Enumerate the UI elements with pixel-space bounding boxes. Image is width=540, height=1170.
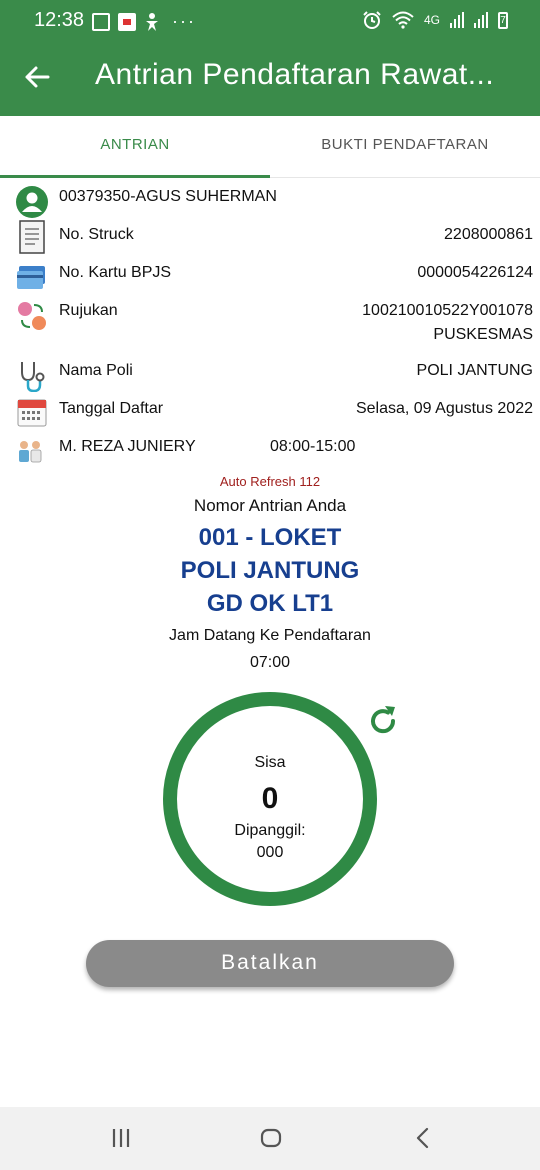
tanggal-value: Selasa, 09 Agustus 2022 [355,400,533,417]
card-icon [17,266,45,289]
stethoscope-icon [21,362,45,392]
rujukan-origin: PUSKESMAS [433,326,533,343]
gallery-notification-icon [92,12,110,31]
dokter-hours: 08:00-15:00 [270,438,356,455]
user-icon [16,186,48,218]
dokter-name: M. REZA JUNIERY [59,438,196,455]
arrival-time-value: 07:00 [249,654,291,671]
rujukan-row: Rujukan 100210010522Y001078 PUSKESMAS [0,300,540,354]
poli-value: POLI JANTUNG [416,362,533,379]
poli-label: Nama Poli [59,362,133,379]
queue-location: GD OK LT1 [206,590,334,617]
tab-bukti-pendaftaran[interactable]: BUKTI PENDAFTARAN [270,116,540,178]
arrival-time-label: Jam Datang Ke Pendaftaran [169,627,371,644]
status-time: 12:38 [34,9,85,31]
more-notifications-icon: ··· [172,11,196,31]
patient-id-name: 00379350-AGUS SUHERMAN [59,188,277,205]
calendar-icon [17,399,47,427]
dokter-row: M. REZA JUNIERY 08:00-15:00 [0,436,540,466]
app-bar: Antrian Pendaftaran Rawat... [0,40,540,116]
bpjs-value: 0000054226124 [417,264,533,281]
status-bar: 12:38 ··· 4G 7 [0,0,540,40]
queue-title: Nomor Antrian Anda [193,496,347,515]
rujukan-value: 100210010522Y001078 [362,302,533,319]
struck-row: No. Struck 2208000861 [0,220,540,254]
battery-icon: 7 [498,11,508,29]
receipt-icon [19,220,45,254]
arrow-left-icon[interactable] [22,62,52,92]
struck-label: No. Struck [59,226,134,243]
accessibility-icon [146,12,158,31]
tab-antrian[interactable]: ANTRIAN [0,116,270,178]
signal-1-icon [450,12,464,28]
back-icon[interactable] [410,1125,436,1151]
system-icons: 4G 7 [362,10,508,30]
poli-row: Nama Poli POLI JANTUNG [0,360,540,392]
called-number: 000 [256,844,284,861]
tab-bar: ANTRIAN BUKTI PENDAFTARAN [0,116,540,178]
doctors-icon [19,441,42,463]
cancel-button[interactable]: Batalkan [86,940,454,987]
called-label: Dipanggil: [234,822,306,839]
patient-row: 00379350-AGUS SUHERMAN [0,186,540,218]
app-notification-icon [118,12,136,31]
alarm-icon [363,11,381,29]
struck-value: 2208000861 [444,226,533,243]
bpjs-row: No. Kartu BPJS 0000054226124 [0,262,540,292]
recent-apps-icon[interactable] [108,1125,134,1151]
bpjs-label: No. Kartu BPJS [59,264,172,281]
tanggal-row: Tanggal Daftar Selasa, 09 Agustus 2022 [0,398,540,430]
signal-2-icon [474,12,488,28]
notification-icons: ··· [92,11,196,32]
wifi-icon [392,11,414,29]
remaining-label: Sisa [254,754,286,771]
network-type-label: 4G [423,13,440,27]
tanggal-label: Tanggal Daftar [59,400,164,417]
queue-poli: POLI JANTUNG [180,557,360,584]
page-title: Antrian Pendaftaran Rawat... [95,58,495,91]
referral-icon [18,302,46,330]
refresh-icon[interactable] [366,704,400,738]
system-nav-bar [0,1107,540,1170]
remaining-count: 0 [261,782,279,815]
home-icon[interactable] [258,1125,284,1151]
queue-number: 001 - LOKET [198,524,342,551]
auto-refresh-label: Auto Refresh 112 [219,474,321,489]
rujukan-label: Rujukan [59,302,118,319]
